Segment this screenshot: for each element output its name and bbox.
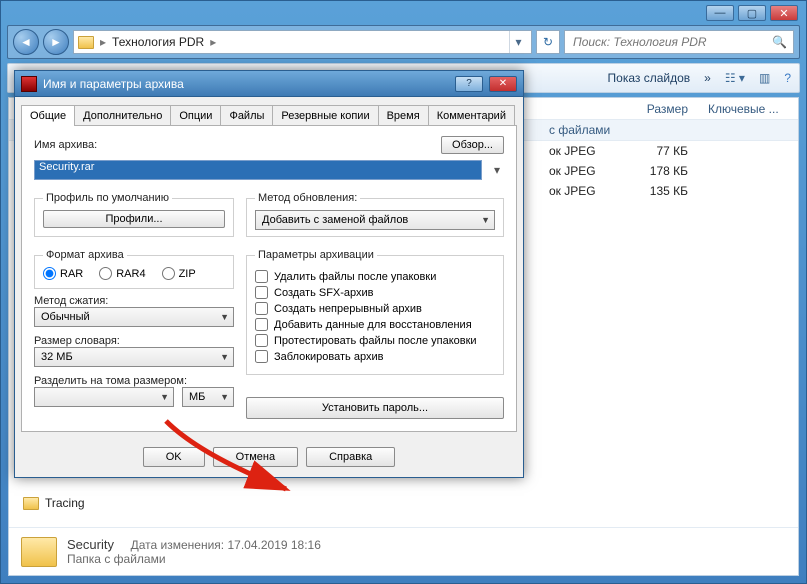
breadcrumb-item[interactable]: Технология PDR [112, 35, 204, 49]
folder-icon [78, 36, 94, 49]
compress-label: Метод сжатия: [34, 295, 234, 307]
dialog-title: Имя и параметры архива [43, 77, 184, 91]
ok-button[interactable]: OK [143, 447, 205, 467]
params-group: Параметры архивации Удалить файлы после … [246, 249, 504, 375]
close-button[interactable]: ✕ [770, 5, 798, 21]
set-password-button[interactable]: Установить пароль... [246, 397, 504, 419]
nav-bar: ◄ ► ▸ Технология PDR ▸ ▾ ↻ 🔍 [7, 25, 800, 59]
tab-comment[interactable]: Комментарий [428, 105, 515, 126]
dialog-footer: OK Отмена Справка [15, 439, 523, 477]
chevron-down-icon: ▼ [160, 392, 169, 402]
archive-name-label: Имя архива: [34, 139, 97, 151]
dialog-help-button[interactable]: ? [455, 76, 483, 92]
split-size-select[interactable]: ▼ [34, 387, 174, 407]
window-titlebar: — ▢ ✕ [1, 1, 806, 25]
dropdown-icon[interactable]: ▾ [490, 163, 504, 177]
search-box[interactable]: 🔍 [564, 30, 794, 54]
breadcrumb-sep-icon: ▸ [100, 35, 106, 49]
back-button[interactable]: ◄ [13, 29, 39, 55]
split-label: Разделить на тома размером: [34, 375, 234, 387]
minimize-button[interactable]: — [706, 5, 734, 21]
param-recovery[interactable]: Добавить данные для восстановления [255, 318, 495, 331]
param-test[interactable]: Протестировать файлы после упаковки [255, 334, 495, 347]
tab-options[interactable]: Опции [170, 105, 221, 126]
preview-pane-icon[interactable]: ▥ [759, 71, 770, 85]
chevron-down-icon: ▼ [220, 352, 229, 362]
dialog-titlebar[interactable]: Имя и параметры архива ? ✕ [15, 71, 523, 97]
format-zip[interactable]: ZIP [162, 267, 196, 280]
tab-general[interactable]: Общие [21, 105, 75, 126]
format-rar[interactable]: RAR [43, 267, 83, 280]
refresh-button[interactable]: ↻ [536, 30, 560, 54]
profile-group: Профиль по умолчанию Профили... [34, 192, 234, 237]
dialog-tabs: Общие Дополнительно Опции Файлы Резервны… [15, 97, 523, 126]
breadcrumb-sep-icon: ▸ [210, 35, 216, 49]
chevron-down-icon: ▼ [220, 312, 229, 322]
param-delete[interactable]: Удалить файлы после упаковки [255, 270, 495, 283]
details-pane: Security Дата изменения: 17.04.2019 18:1… [9, 527, 798, 575]
details-kind: Папка с файлами [67, 552, 321, 566]
details-date-label: Дата изменения: [131, 538, 225, 552]
address-bar[interactable]: ▸ Технология PDR ▸ ▾ [73, 30, 532, 54]
folder-icon [21, 537, 57, 567]
search-input[interactable] [571, 34, 766, 50]
update-group: Метод обновления: Добавить с заменой фай… [246, 192, 504, 237]
param-sfx[interactable]: Создать SFX-архив [255, 286, 495, 299]
param-solid[interactable]: Создать непрерывный архив [255, 302, 495, 315]
forward-button[interactable]: ► [43, 29, 69, 55]
winrar-icon [21, 76, 37, 92]
folder-icon [23, 497, 39, 510]
address-dropdown-icon[interactable]: ▾ [509, 31, 527, 53]
cancel-button[interactable]: Отмена [213, 447, 298, 467]
chevron-down-icon: ▼ [481, 215, 490, 225]
format-rar4[interactable]: RAR4 [99, 267, 145, 280]
archive-dialog: Имя и параметры архива ? ✕ Общие Дополни… [14, 70, 524, 478]
format-group: Формат архива RAR RAR4 ZIP [34, 249, 234, 289]
help-button[interactable]: Справка [306, 447, 395, 467]
split-unit-select[interactable]: МБ ▼ [182, 387, 234, 407]
search-icon: 🔍 [772, 35, 787, 49]
toolbar-more[interactable]: » [704, 71, 711, 85]
tab-advanced[interactable]: Дополнительно [74, 105, 171, 126]
dialog-body: Имя архива: Обзор... Security.rar ▾ Проф… [21, 125, 517, 432]
dict-select[interactable]: 32 МБ ▼ [34, 347, 234, 367]
chevron-down-icon: ▼ [220, 392, 229, 402]
dialog-close-button[interactable]: ✕ [489, 76, 517, 92]
slideshow-button[interactable]: Показ слайдов [608, 71, 691, 85]
maximize-button[interactable]: ▢ [738, 5, 766, 21]
details-name: Security [67, 537, 114, 552]
param-lock[interactable]: Заблокировать архив [255, 350, 495, 363]
tab-time[interactable]: Время [378, 105, 429, 126]
profiles-button[interactable]: Профили... [43, 210, 225, 228]
view-options-icon[interactable]: ☷ ▾ [725, 71, 745, 85]
browse-button[interactable]: Обзор... [441, 136, 504, 154]
column-keys[interactable]: Ключевые ... [698, 102, 798, 116]
archive-name-input[interactable]: Security.rar [34, 160, 482, 180]
column-size[interactable]: Размер [598, 102, 698, 116]
details-date-value: 17.04.2019 18:16 [227, 538, 320, 552]
compress-select[interactable]: Обычный ▼ [34, 307, 234, 327]
update-method-select[interactable]: Добавить с заменой файлов ▼ [255, 210, 495, 230]
tab-files[interactable]: Файлы [220, 105, 273, 126]
help-icon[interactable]: ? [784, 71, 791, 85]
tree-item[interactable]: Tracing [23, 496, 85, 510]
dict-label: Размер словаря: [34, 335, 234, 347]
tab-backup[interactable]: Резервные копии [272, 105, 378, 126]
